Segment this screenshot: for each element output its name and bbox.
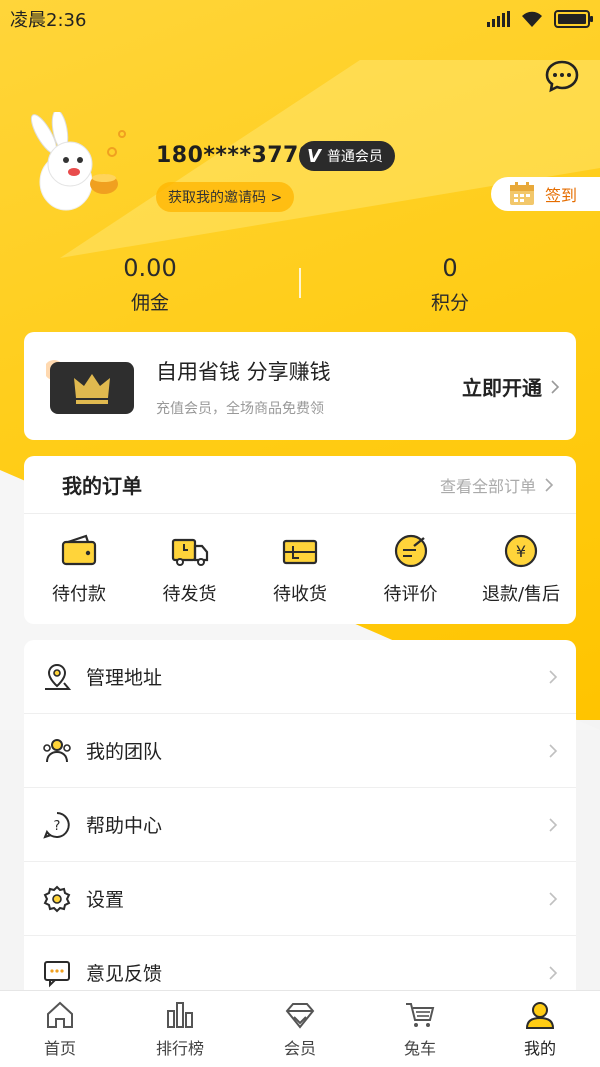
orders-card: 我的订单 查看全部订单 待付款 待发货 待收货 待评价 ¥ 退款/售后	[24, 456, 576, 624]
menu-item-help-label: 帮助中心	[86, 815, 163, 837]
tab-home[interactable]: 首页	[10, 999, 110, 1059]
team-icon	[43, 738, 71, 762]
wallet-icon	[61, 534, 97, 566]
menu-item-feedback-label: 意见反馈	[86, 963, 163, 985]
order-refund-aftersale[interactable]: ¥ 退款/售后	[466, 532, 576, 606]
vip-v-icon: V	[307, 145, 321, 167]
stat-divider	[299, 268, 301, 298]
order-pending-shipment-label: 待发货	[162, 584, 217, 605]
chevron-right-icon	[549, 743, 558, 758]
chevron-right-icon	[551, 379, 560, 394]
order-refund-aftersale-label: 退款/售后	[481, 584, 561, 605]
menu-item-help[interactable]: ? 帮助中心	[24, 788, 576, 862]
order-pending-shipment[interactable]: 待发货	[135, 532, 245, 606]
vip-level-badge: V 普通会员	[299, 141, 395, 171]
review-icon	[394, 534, 427, 568]
order-pending-payment-label: 待付款	[52, 584, 106, 605]
stat-points[interactable]: 0 积分	[350, 254, 550, 315]
refund-icon: ¥	[504, 534, 538, 568]
invite-code-button[interactable]: 获取我的邀请码 >	[156, 182, 295, 212]
svg-text:¥: ¥	[516, 542, 526, 561]
view-all-orders-link[interactable]: 查看全部订单	[440, 473, 554, 497]
calendar-icon	[510, 182, 534, 205]
tab-cart[interactable]: 兔车	[370, 999, 470, 1059]
tab-mine[interactable]: 我的	[490, 999, 590, 1059]
chevron-right-icon	[549, 891, 558, 906]
stat-points-label: 积分	[430, 292, 469, 314]
user-icon	[525, 1002, 555, 1029]
view-all-orders-label: 查看全部订单	[439, 476, 536, 496]
signal-icon	[487, 11, 510, 27]
menu-item-settings[interactable]: 设置	[24, 862, 576, 936]
order-pending-review[interactable]: 待评价	[356, 532, 466, 606]
menu-item-settings-label: 设置	[86, 889, 125, 911]
menu-item-address[interactable]: 管理地址	[24, 640, 576, 714]
vip-promo-title: 自用省钱 分享赚钱	[156, 360, 331, 384]
help-icon: ?	[43, 811, 70, 839]
vip-card-icon	[46, 360, 134, 414]
location-icon	[45, 663, 72, 690]
settings-menu: 管理地址 我的团队 ? 帮助中心 设置 意见反馈	[24, 640, 576, 1000]
signin-label: 签到	[545, 186, 578, 205]
vip-open-label: 立即开通	[462, 376, 542, 400]
order-pending-receipt-label: 待收货	[273, 584, 327, 605]
orders-status-row: 待付款 待发货 待收货 待评价 ¥ 退款/售后	[24, 514, 576, 606]
tab-membership[interactable]: 会员	[250, 999, 350, 1059]
orders-title: 我的订单	[62, 474, 142, 498]
battery-icon	[554, 10, 593, 28]
stat-commission-value: 0.00	[123, 254, 177, 282]
ranking-icon	[167, 1002, 193, 1028]
avatar-rabbit[interactable]	[22, 112, 138, 216]
tab-membership-label: 会员	[283, 1039, 316, 1058]
order-pending-payment[interactable]: 待付款	[24, 532, 134, 606]
bottom-tab-bar: 首页 排行榜 会员 兔车 我的	[0, 990, 600, 1067]
vip-open-button[interactable]: 立即开通	[462, 372, 560, 401]
vip-promo-card[interactable]: 自用省钱 分享赚钱 充值会员，全场商品免费领 立即开通	[24, 332, 576, 440]
cart-icon	[406, 1003, 435, 1027]
stat-points-value: 0	[442, 254, 458, 282]
status-bar: 凌晨2:36	[0, 0, 600, 38]
gear-icon	[43, 885, 71, 912]
orders-header: 我的订单 查看全部订单	[24, 456, 576, 514]
invite-code-label: 获取我的邀请码 >	[168, 190, 283, 206]
chevron-right-icon	[549, 817, 558, 832]
stat-commission-label: 佣金	[130, 292, 169, 314]
tab-cart-label: 兔车	[403, 1039, 436, 1058]
order-pending-review-label: 待评价	[383, 584, 438, 605]
stat-commission[interactable]: 0.00 佣金	[50, 254, 250, 315]
menu-item-team[interactable]: 我的团队	[24, 714, 576, 788]
home-icon	[47, 1001, 73, 1028]
chevron-right-icon	[549, 669, 558, 684]
tab-ranking-label: 排行榜	[155, 1039, 204, 1058]
vip-promo-subtitle: 充值会员，全场商品免费领	[156, 401, 324, 417]
status-time: 凌晨2:36	[10, 10, 87, 31]
svg-text:?: ?	[54, 819, 61, 834]
wifi-icon	[522, 11, 542, 27]
tab-home-label: 首页	[43, 1039, 76, 1058]
signin-button[interactable]: 签到	[491, 177, 600, 211]
order-pending-receipt[interactable]: 待收货	[245, 532, 355, 606]
package-icon	[282, 539, 318, 565]
message-icon[interactable]	[544, 58, 580, 94]
chevron-right-icon	[549, 965, 558, 980]
feedback-icon	[44, 960, 70, 987]
diamond-icon	[285, 1003, 315, 1029]
menu-item-address-label: 管理地址	[86, 667, 163, 689]
user-phone: 180****3779	[156, 143, 315, 168]
menu-item-team-label: 我的团队	[86, 741, 163, 763]
tab-mine-label: 我的	[523, 1039, 556, 1058]
truck-icon	[171, 538, 208, 566]
vip-level-label: 普通会员	[326, 149, 383, 165]
tab-ranking[interactable]: 排行榜	[130, 999, 230, 1059]
chevron-right-icon	[545, 477, 554, 492]
